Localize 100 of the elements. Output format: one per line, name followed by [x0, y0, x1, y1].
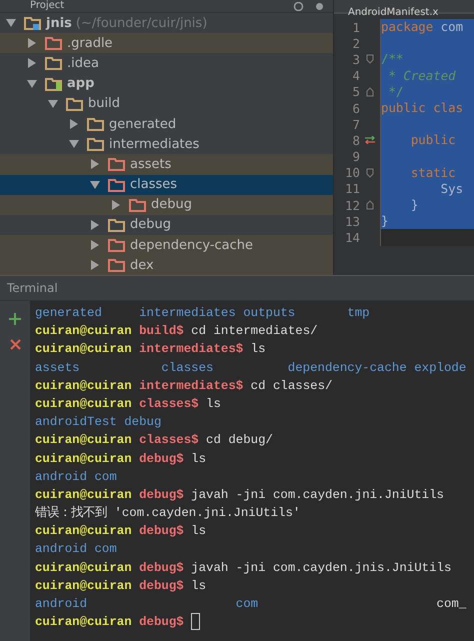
line-number: 3 — [352, 52, 360, 67]
line-number: 11 — [344, 181, 360, 196]
add-icon[interactable] — [9, 313, 21, 325]
prompt-user: cuiran@cuiran — [35, 524, 132, 538]
line-number: 7 — [352, 116, 360, 132]
expand-arrow-icon[interactable] — [90, 220, 100, 230]
code-text: * — [387, 68, 397, 83]
tree-item[interactable]: .idea — [0, 53, 333, 74]
tree-item[interactable]: generated — [0, 114, 333, 134]
expand-arrow-icon[interactable] — [111, 200, 121, 210]
code-text: } — [381, 213, 388, 228]
prompt-user: cuiran@cuiran — [35, 433, 132, 448]
tree-item[interactable]: jnis (~/founder/cuir/jnis) — [0, 13, 333, 34]
prompt-directory: debug$ — [139, 615, 184, 630]
code-text: public — [410, 132, 456, 148]
prompt-directory: classes$ — [139, 433, 199, 448]
line-number: 2 — [352, 36, 360, 51]
tree-item[interactable]: classes — [0, 174, 333, 195]
prompt-user: cuiran@cuiran — [35, 342, 132, 356]
prompt-user: cuiran@cuiran — [35, 488, 132, 502]
panel-title[interactable]: Terminal — [7, 281, 58, 295]
command-text: javah -jni com.cayden.jni.JniUtils — [191, 488, 444, 502]
prompt-user: cuiran@cuiran — [35, 452, 132, 466]
expand-arrow-icon[interactable] — [48, 98, 58, 109]
expand-arrow-icon[interactable] — [90, 260, 100, 270]
line-number: 10 — [344, 165, 360, 180]
tree-item[interactable]: assets — [0, 154, 333, 174]
listing-output: android com — [35, 470, 117, 484]
tree-item[interactable]: debug — [0, 194, 333, 215]
listing-output: android com — [35, 597, 260, 611]
line-number: 6 — [352, 100, 360, 116]
expand-arrow-icon[interactable] — [90, 180, 100, 190]
code-text: public clas — [381, 100, 464, 115]
listing-output: assets classes dependency-cache explode — [35, 360, 466, 375]
listing-output: androidTest debug — [35, 415, 162, 430]
prompt-user: cuiran@cuiran — [35, 560, 132, 575]
prompt-user: cuiran@cuiran — [35, 396, 132, 411]
listing-output: android com — [35, 542, 117, 556]
prompt-user: cuiran@cuiran — [35, 378, 132, 393]
tree-item[interactable]: intermediates — [0, 134, 333, 154]
command-text: ls — [191, 452, 206, 466]
fold-icon[interactable] — [366, 54, 374, 64]
expand-arrow-icon[interactable] — [27, 38, 37, 48]
expand-arrow-icon[interactable] — [69, 119, 79, 130]
expand-arrow-icon[interactable] — [27, 78, 37, 89]
fold-icon[interactable] — [366, 200, 374, 210]
tree-item[interactable]: dependency-cache — [0, 235, 333, 256]
prompt-directory: debug$ — [139, 452, 184, 466]
line-number: 8 — [352, 132, 360, 148]
prompt-directory: debug$ — [139, 488, 184, 502]
prompt-user: cuiran@cuiran — [35, 615, 132, 630]
prompt-user: cuiran@cuiran — [35, 578, 132, 593]
prompt-directory: debug$ — [139, 578, 184, 593]
close-icon[interactable] — [10, 339, 20, 350]
expand-arrow-icon[interactable] — [69, 139, 79, 150]
error-message: 错误：找不到 'com.cayden.jni.JniUtils' — [35, 506, 300, 520]
code-text: com — [440, 19, 464, 34]
code-text: /** — [381, 51, 404, 66]
command-text: ls — [191, 578, 206, 593]
fold-icon[interactable] — [366, 86, 374, 97]
line-number: 13 — [344, 214, 360, 229]
prompt-directory: intermediates$ — [139, 378, 244, 393]
command-text: cd intermediates/ — [191, 324, 318, 338]
listing-output: generated intermediates outputs tmp — [35, 306, 370, 320]
code-text: } — [410, 197, 418, 212]
tree-item[interactable]: .gradle — [0, 33, 333, 54]
prompt-directory: debug$ — [139, 560, 184, 575]
fold-icon[interactable] — [366, 168, 374, 178]
expand-arrow-icon[interactable] — [6, 18, 16, 28]
line-number: 12 — [344, 198, 360, 213]
tree-item[interactable]: build — [0, 94, 333, 114]
line-number: 4 — [352, 68, 360, 84]
line-number: 5 — [352, 84, 360, 100]
command-text: cd debug/ — [206, 433, 273, 448]
line-number: 9 — [352, 149, 360, 164]
prompt-user: cuiran@cuiran — [35, 324, 132, 338]
command-text: javah -jni com.cayden.jnis.JniUtils — [191, 560, 452, 575]
command-text: ls — [191, 524, 206, 538]
prompt-directory: intermediates$ — [139, 342, 244, 356]
code-text: static — [410, 164, 456, 180]
code-text: package — [381, 19, 434, 34]
tree-item[interactable]: dex — [0, 255, 333, 276]
code-text: Created — [403, 68, 456, 83]
command-text: ls — [250, 342, 266, 356]
line-number: 14 — [344, 230, 360, 246]
file-tab[interactable]: AndroidManifest.x — [348, 7, 438, 18]
override-arrows-icon[interactable] — [364, 136, 376, 144]
expand-arrow-icon[interactable] — [90, 240, 100, 250]
listing-output: com_ — [436, 597, 466, 611]
panel-title[interactable]: Project — [30, 0, 64, 12]
line-number: 1 — [352, 20, 360, 35]
expand-arrow-icon[interactable] — [27, 58, 37, 68]
prompt-directory: debug$ — [139, 524, 184, 538]
tree-item[interactable]: app — [0, 74, 333, 94]
tree-item[interactable]: debug — [0, 214, 333, 236]
command-text: ls — [206, 396, 221, 411]
prompt-directory: classes$ — [139, 396, 199, 411]
expand-arrow-icon[interactable] — [90, 159, 100, 170]
code-text: */ — [387, 84, 404, 99]
code-text: Sys — [440, 180, 464, 196]
